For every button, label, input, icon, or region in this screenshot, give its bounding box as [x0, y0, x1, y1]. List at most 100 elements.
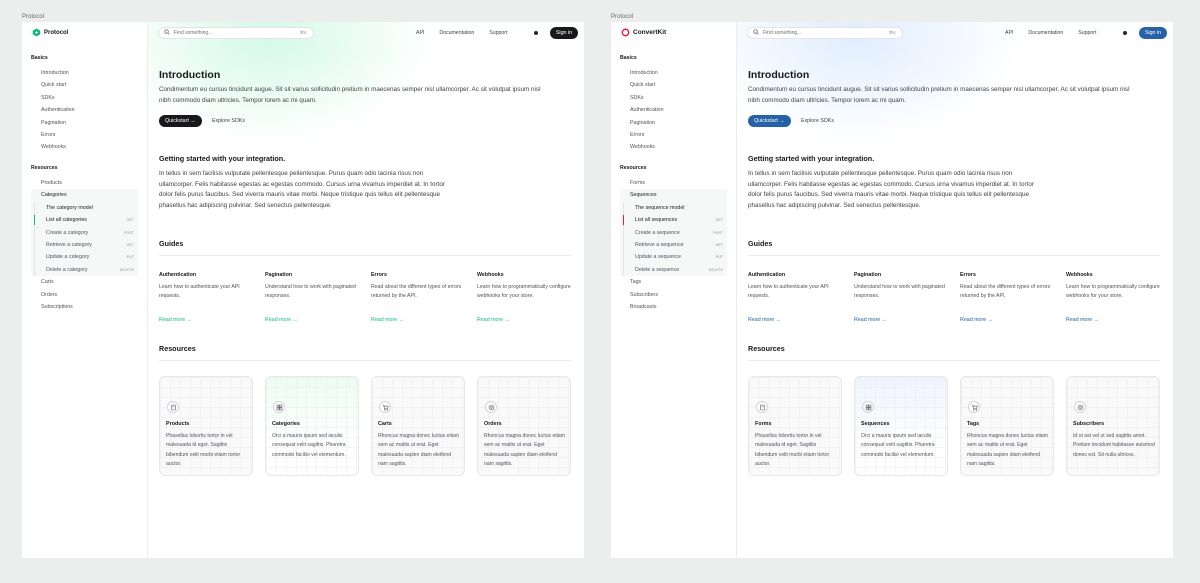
sidebar-subitem[interactable]: Retrieve a category GET	[31, 239, 138, 251]
read-more-link[interactable]: Read more →	[159, 317, 255, 323]
top-link-support[interactable]: Support	[489, 30, 507, 36]
resource-description: Id ut est vel ut sed sagittis amet. Pret…	[1073, 433, 1155, 458]
resource-card[interactable]: Orders Rhoncus magna donec luctus etiam s…	[477, 376, 571, 476]
sidebar-item-introduction[interactable]: Introduction	[620, 67, 727, 79]
resource-title: Orders	[484, 421, 502, 427]
sidebar-item-sdks[interactable]: SDKs	[620, 92, 727, 104]
resource-card[interactable]: Tags Rhoncus magna donec luctus etiam sem…	[960, 376, 1054, 476]
brand-logo[interactable]: ConvertKit	[621, 28, 666, 37]
explore-sdks-button[interactable]: Explore SDKs	[212, 115, 245, 127]
sidebar-subitem[interactable]: The category model	[31, 202, 138, 214]
sidebar-item-subscribers[interactable]: Subscribers	[620, 289, 727, 301]
read-more-link[interactable]: Read more →	[1066, 317, 1162, 323]
resource-title: Sequences	[861, 421, 890, 427]
sidebar-item-subscriptions[interactable]: Subscriptions	[31, 301, 138, 313]
resource-card[interactable]: Forms Phasellus lobortis tortor in vel ma…	[748, 376, 842, 476]
http-method-badge: GET	[126, 218, 134, 223]
read-more-link[interactable]: Read more →	[477, 317, 573, 323]
sidebar-item-sdks[interactable]: SDKs	[31, 92, 138, 104]
guide-description: Learn how to programmatically configure …	[1066, 284, 1160, 300]
sidebar-item-products[interactable]: Products	[31, 177, 138, 189]
search-icon	[164, 29, 170, 37]
resource-title: Carts	[378, 421, 392, 427]
sidebar-item-authentication[interactable]: Authentication	[31, 104, 138, 116]
guides-title: Guides	[748, 239, 773, 248]
sidebar-item-tags[interactable]: Tags	[620, 276, 727, 288]
sidebar-heading-basics: Basics	[620, 55, 637, 61]
resource-card[interactable]: Subscribers Id ut est vel ut sed sagittis…	[1066, 376, 1160, 476]
sidebar-subitem-label: Update a sequence	[635, 254, 681, 261]
read-more-link[interactable]: Read more →	[960, 317, 1056, 323]
resource-title: Subscribers	[1073, 421, 1105, 427]
resource-card[interactable]: Categories Orci a mauris ipsum sed iaculi…	[265, 376, 359, 476]
read-more-link[interactable]: Read more →	[371, 317, 467, 323]
search-input[interactable]: Find something... ⌘K	[158, 27, 314, 39]
guide-card: Errors Read about the different types of …	[960, 272, 1056, 323]
sidebar-item-errors[interactable]: Errors	[620, 129, 727, 141]
sidebar-item-broadcasts[interactable]: Broadcasts	[620, 301, 727, 313]
read-more-link[interactable]: Read more →	[854, 317, 950, 323]
theme-toggle-icon[interactable]	[534, 31, 538, 35]
sidebar-item-pagination[interactable]: Pagination	[31, 117, 138, 129]
grid-icon	[273, 401, 285, 413]
http-method-badge: GET	[126, 242, 134, 247]
resource-card[interactable]: Products Phasellus lobortis tortor in vel…	[159, 376, 253, 476]
getting-started-body: In tellus in sem facilisis vulputate pel…	[748, 170, 1034, 210]
sidebar-heading-resources: Resources	[620, 165, 647, 171]
resource-card[interactable]: Sequences Orci a mauris ipsum sed iaculis…	[854, 376, 948, 476]
sidebar-item-sequences[interactable]: Sequences	[620, 189, 727, 201]
sidebar-item-introduction[interactable]: Introduction	[31, 67, 138, 79]
sidebar-subitem[interactable]: List all sequences GET	[620, 214, 727, 226]
theme-toggle-icon[interactable]	[1123, 31, 1127, 35]
sidebar-item-errors[interactable]: Errors	[31, 129, 138, 141]
sidebar-item-carts[interactable]: Carts	[31, 276, 138, 288]
guide-card: Webhooks Learn how to programmatically co…	[1066, 272, 1162, 323]
guide-card: Webhooks Learn how to programmatically co…	[477, 272, 573, 323]
sign-in-button[interactable]: Sign in	[550, 27, 578, 39]
sidebar-item-orders[interactable]: Orders	[31, 289, 138, 301]
http-method-badge: DELETE	[708, 267, 723, 272]
read-more-link[interactable]: Read more →	[265, 317, 361, 323]
guide-card: Pagination Understand how to work with pa…	[265, 272, 361, 323]
sidebar-subitem[interactable]: Update a sequence PUT	[620, 251, 727, 263]
sidebar-subitem[interactable]: Delete a sequence DELETE	[620, 264, 727, 276]
sidebar-subitem[interactable]: Create a sequence POST	[620, 227, 727, 239]
sign-in-button[interactable]: Sign in	[1139, 27, 1167, 39]
top-link-documentation[interactable]: Documentation	[1028, 30, 1063, 36]
search-input[interactable]: Find something... ⌘K	[747, 27, 903, 39]
sidebar-subitem[interactable]: Retrieve a sequence GET	[620, 239, 727, 251]
sidebar-item-authentication[interactable]: Authentication	[620, 104, 727, 116]
top-link-documentation[interactable]: Documentation	[439, 30, 474, 36]
sidebar-item-forms[interactable]: Forms	[620, 177, 727, 189]
intro-lead: Condimentum eu cursus tincidunt augue. S…	[748, 86, 1130, 104]
top-link-api[interactable]: API	[1005, 30, 1013, 36]
sidebar-item-pagination[interactable]: Pagination	[620, 117, 727, 129]
resource-title: Categories	[272, 421, 300, 427]
sidebar-subitem[interactable]: List all categories GET	[31, 214, 138, 226]
guide-description: Understand how to work with paginated re…	[854, 284, 945, 300]
sidebar-subitem[interactable]: Create a category POST	[31, 227, 138, 239]
sidebar-item-quick-start[interactable]: Quick start	[31, 79, 138, 91]
sidebar-item-webhooks[interactable]: Webhooks	[620, 141, 727, 153]
top-link-support[interactable]: Support	[1078, 30, 1096, 36]
brand-logo[interactable]: Protocol	[32, 28, 68, 37]
sidebar-subitem-label: Delete a sequence	[635, 266, 680, 273]
explore-sdks-button[interactable]: Explore SDKs	[801, 115, 834, 127]
sidebar-subitem[interactable]: The sequence model	[620, 202, 727, 214]
sidebar-item-webhooks[interactable]: Webhooks	[31, 141, 138, 153]
top-bar: Find something... ⌘K API Documentation Suppo…	[148, 22, 584, 44]
read-more-link[interactable]: Read more →	[748, 317, 844, 323]
guides-divider	[748, 255, 1160, 256]
sidebar-subitem[interactable]: Delete a category DELETE	[31, 264, 138, 276]
sidebar-subitem[interactable]: Update a category PUT	[31, 251, 138, 263]
resource-description: Phasellus lobortis tortor in vel malesua…	[755, 433, 830, 467]
quickstart-button[interactable]: Quickstart →	[748, 115, 791, 127]
sidebar-item-categories[interactable]: Categories	[31, 189, 138, 201]
sidebar-resources-nav: Products Categories The category model List…	[31, 177, 138, 313]
top-link-api[interactable]: API	[416, 30, 424, 36]
resource-title: Forms	[755, 421, 772, 427]
quickstart-button[interactable]: Quickstart →	[159, 115, 202, 127]
guide-card: Errors Read about the different types of …	[371, 272, 467, 323]
resource-card[interactable]: Carts Rhoncus magna donec luctus etiam se…	[371, 376, 465, 476]
sidebar-item-quick-start[interactable]: Quick start	[620, 79, 727, 91]
